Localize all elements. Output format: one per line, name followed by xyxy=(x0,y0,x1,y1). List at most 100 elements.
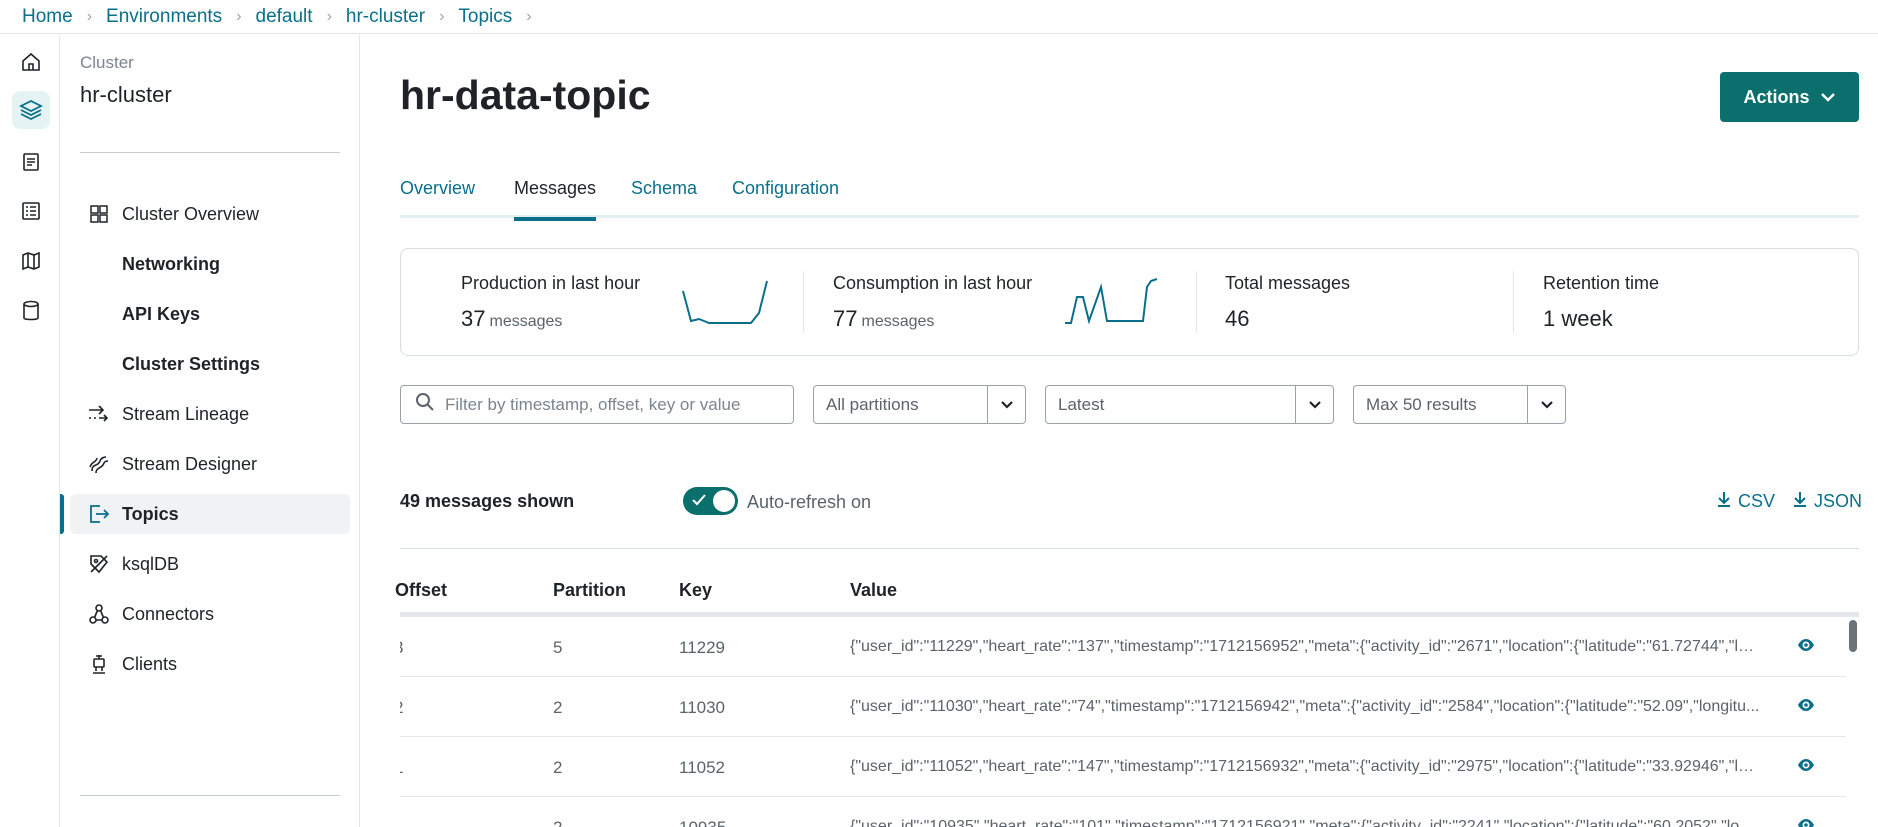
connectors-icon xyxy=(86,601,112,627)
consumption-unit: messages xyxy=(861,313,935,330)
table-row[interactable]: 1 2 11052 {"user_id":"11052","heart_rate… xyxy=(400,737,1846,797)
total-messages-value: 46 xyxy=(1225,306,1250,331)
stat-divider xyxy=(1513,271,1514,333)
table-divider xyxy=(400,548,1859,549)
cluster-name: hr-cluster xyxy=(80,82,172,107)
consumption-stat: Consumption in last hour 77 messages xyxy=(833,273,1032,332)
tab-configuration[interactable]: Configuration xyxy=(732,178,839,218)
chevron-down-icon[interactable] xyxy=(1527,386,1565,423)
topics-icon xyxy=(86,501,112,527)
sidebar-item-label: API Keys xyxy=(122,303,201,324)
eye-icon[interactable] xyxy=(1796,637,1816,658)
sidebar-item-label: Stream Designer xyxy=(122,453,258,474)
table-scrollbar[interactable] xyxy=(1849,620,1857,652)
cell-value: {"user_id":"11229","heart_rate":"137","t… xyxy=(850,638,1762,655)
messages-table-header: Offset Partition Key Value xyxy=(395,580,1859,615)
page-title: hr-data-topic xyxy=(400,72,651,118)
chevron-right-icon: › xyxy=(526,7,532,25)
consumption-value: 77 xyxy=(833,306,858,331)
sidebar-item-api-keys[interactable]: API Keys xyxy=(70,294,350,334)
sidebar-item-ksqldb[interactable]: ksqlDB xyxy=(70,544,350,584)
map-icon[interactable] xyxy=(18,248,44,274)
actions-button[interactable]: Actions xyxy=(1720,72,1859,122)
column-header-key[interactable]: Key xyxy=(679,580,712,601)
sidebar-item-networking[interactable]: Networking xyxy=(70,244,350,284)
sidebar-item-label: ksqlDB xyxy=(122,553,180,574)
sidebar-item-connectors[interactable]: Connectors xyxy=(70,594,350,634)
cell-partition: 5 xyxy=(553,638,563,657)
chevron-down-icon[interactable] xyxy=(1295,386,1333,423)
cell-key: 10935 xyxy=(679,818,726,827)
sidebar-item-stream-lineage[interactable]: Stream Lineage xyxy=(70,394,350,434)
partitions-select[interactable]: All partitions xyxy=(813,385,1026,424)
cell-offset: i xyxy=(400,818,414,827)
messages-shown-count: 49 messages shown xyxy=(400,491,575,511)
export-json-button[interactable]: JSON xyxy=(1792,490,1862,513)
sidebar-item-label: Clients xyxy=(122,653,178,674)
chevron-right-icon: › xyxy=(326,7,332,25)
retention-label: Retention time xyxy=(1543,273,1660,293)
eye-icon[interactable] xyxy=(1796,697,1816,718)
cell-key: 11229 xyxy=(679,638,726,657)
chevron-right-icon: › xyxy=(86,7,93,25)
home-icon[interactable] xyxy=(18,49,44,75)
tab-overview[interactable]: Overview xyxy=(400,178,475,218)
download-icon xyxy=(1716,490,1732,513)
chevron-down-icon[interactable] xyxy=(987,386,1025,423)
sidebar-item-label: Stream Lineage xyxy=(122,403,250,424)
eye-icon[interactable] xyxy=(1796,817,1816,827)
chevron-right-icon: › xyxy=(439,7,445,25)
breadcrumb-cluster[interactable]: hr-cluster xyxy=(346,6,425,28)
document-icon[interactable] xyxy=(18,149,44,175)
chevron-right-icon: › xyxy=(236,7,242,25)
column-header-value[interactable]: Value xyxy=(850,580,897,601)
designer-icon xyxy=(86,451,112,477)
column-header-partition[interactable]: Partition xyxy=(553,580,626,601)
stat-divider xyxy=(803,271,804,333)
sidebar-divider xyxy=(80,152,340,153)
breadcrumb-home[interactable]: Home xyxy=(22,6,73,28)
sidebar-item-cluster-overview[interactable]: Cluster Overview xyxy=(70,194,350,234)
layers-icon[interactable] xyxy=(12,91,50,129)
actions-button-label: Actions xyxy=(1743,86,1810,107)
column-header-offset[interactable]: Offset xyxy=(395,580,447,601)
search-input[interactable] xyxy=(445,394,775,415)
auto-refresh-label: Auto-refresh on xyxy=(747,492,872,512)
position-select[interactable]: Latest xyxy=(1045,385,1334,424)
total-messages-stat: Total messages 46 xyxy=(1225,273,1350,332)
max-results-select[interactable]: Max 50 results xyxy=(1353,385,1566,424)
breadcrumb-environments[interactable]: Environments xyxy=(106,6,222,28)
chevron-down-icon xyxy=(1820,87,1836,108)
database-icon[interactable] xyxy=(18,298,44,324)
grid-icon xyxy=(86,201,112,227)
cell-value: {"user_id":"11052","heart_rate":"147","t… xyxy=(850,758,1762,775)
table-row[interactable]: 3 5 11229 {"user_id":"11229","heart_rate… xyxy=(400,617,1846,677)
table-row[interactable]: 2 2 11030 {"user_id":"11030","heart_rate… xyxy=(400,677,1846,737)
tab-schema[interactable]: Schema xyxy=(631,178,697,218)
auto-refresh-toggle[interactable] xyxy=(683,487,738,515)
sidebar-caption: Cluster xyxy=(80,53,134,72)
export-csv-button[interactable]: CSV xyxy=(1716,490,1775,513)
sidebar-item-label: Cluster Overview xyxy=(122,203,260,224)
sidebar-item-stream-designer[interactable]: Stream Designer xyxy=(70,444,350,484)
toggle-knob xyxy=(713,490,735,512)
partitions-select-value: All partitions xyxy=(826,394,919,414)
cluster-sidebar: Cluster hr-cluster Cluster Overview Netw… xyxy=(60,35,360,827)
breadcrumb-default[interactable]: default xyxy=(256,6,313,28)
cell-offset: 2 xyxy=(400,698,414,718)
list-icon[interactable] xyxy=(18,198,44,224)
eye-icon[interactable] xyxy=(1796,757,1816,778)
tab-messages[interactable]: Messages xyxy=(514,178,597,221)
cell-value: {"user_id":"11030","heart_rate":"74","ti… xyxy=(850,698,1760,715)
breadcrumb-topics[interactable]: Topics xyxy=(458,6,512,28)
messages-table-body: 3 5 11229 {"user_id":"11229","heart_rate… xyxy=(400,617,1859,827)
download-icon xyxy=(1792,490,1808,513)
sidebar-item-topics[interactable]: Topics xyxy=(60,494,350,534)
sidebar-item-label: Connectors xyxy=(122,603,215,624)
sidebar-item-label: Cluster Settings xyxy=(122,353,261,374)
message-filter[interactable] xyxy=(400,385,794,424)
sidebar-item-label: Topics xyxy=(122,503,179,524)
sidebar-item-clients[interactable]: Clients xyxy=(70,644,350,684)
table-row[interactable]: i 2 10935 {"user_id":"10935","heart_rate… xyxy=(400,797,1846,827)
sidebar-item-cluster-settings[interactable]: Cluster Settings xyxy=(70,344,350,384)
